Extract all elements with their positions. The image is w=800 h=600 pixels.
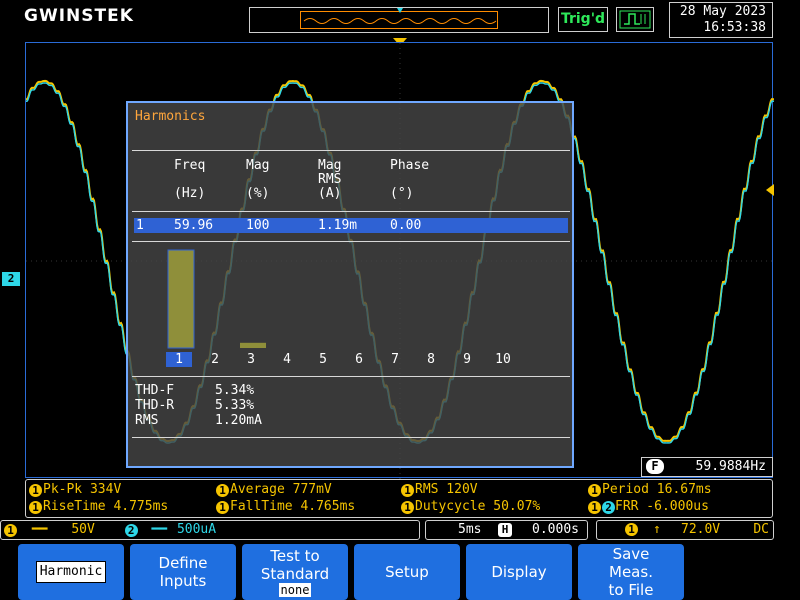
col-freq-header: Freq (Hz): [174, 158, 206, 201]
test-standard-value: none: [278, 583, 312, 597]
harmonics-panel: Harmonics Freq (Hz) Mag (%) Mag RMS (A) Ph…: [126, 101, 574, 468]
col-mag-header: Mag (%): [246, 158, 270, 201]
frequency-value: 59.9884Hz: [695, 459, 766, 474]
trigger-mode-icon: [616, 7, 654, 32]
trigger-status: Trig'd: [558, 7, 608, 32]
ch1-badge: 1: [4, 524, 17, 537]
trigger-level: 72.0V: [681, 522, 721, 537]
summary-label: THD-R: [135, 398, 175, 413]
timebase-value: 5ms: [458, 522, 482, 537]
setup-softkey[interactable]: Setup: [354, 544, 460, 600]
trigger-box[interactable]: 1 ↑ 72.0V DC: [596, 520, 774, 540]
meas-falltime: 1 FallTime 4.765ms: [216, 499, 355, 515]
harmonic-bar-chart: [167, 249, 266, 349]
col-phase-header: Phase (°): [390, 158, 430, 201]
ch2-badge: 2: [124, 524, 138, 537]
meas-risetime: 1 RiseTime 4.775ms: [29, 499, 168, 515]
harmonic-softkey[interactable]: Harmonic: [18, 544, 124, 600]
meas-average: 1 Average 777mV: [216, 482, 332, 498]
harmonic-bar-1: [167, 249, 195, 349]
summary-label: THD-F: [135, 383, 175, 398]
ch1-scale: 50V: [71, 522, 95, 537]
summary-label: RMS: [135, 413, 159, 428]
timebase-box[interactable]: 5ms H 0.000s: [425, 520, 588, 540]
ch2-scale: 500uA: [176, 522, 217, 537]
harmonic-order-label[interactable]: 4: [274, 352, 300, 367]
dc-coupling-icon: ━━: [31, 522, 48, 537]
divider: [132, 376, 570, 377]
harmonic-order-label[interactable]: 7: [382, 352, 408, 367]
summary-value: 1.20mA: [215, 413, 262, 428]
panel-title: Harmonics: [135, 109, 206, 124]
summary-value: 5.34%: [215, 383, 255, 398]
channel-scale-box[interactable]: 1 ━━ 50V 2 ━━ 500uA: [0, 520, 420, 540]
date: 28 May 2023: [679, 4, 766, 19]
harmonic-order-label[interactable]: 3: [238, 352, 264, 367]
harmonic-order-label[interactable]: 2: [202, 352, 228, 367]
test-to-standard-softkey[interactable]: Test to Standard none: [242, 544, 348, 600]
divider: [132, 211, 570, 212]
harmonic-order-label[interactable]: 8: [418, 352, 444, 367]
meas-dutycycle: 1 Dutycycle 50.07%: [401, 499, 540, 515]
ch2-ground-marker[interactable]: 2: [2, 272, 20, 286]
date-time: 28 May 2023 16:53:38: [669, 2, 773, 38]
harmonic-bar-3: [240, 342, 266, 348]
horizontal-position-icon: H: [498, 523, 512, 537]
harmonic-row-selected[interactable]: 1 59.96 100 1.19m 0.00: [134, 218, 568, 233]
meas-rms: 1 RMS 120V: [401, 482, 478, 498]
col-magrms-header: Mag RMS (A): [318, 158, 342, 201]
brand-logo: GWINSTEK: [24, 6, 134, 26]
meas-frr: 1 2 FRR -6.000us: [588, 499, 709, 515]
divider: [132, 241, 570, 242]
divider: [132, 150, 570, 151]
dc-coupling-icon: ━━: [151, 522, 168, 537]
measurement-bar[interactable]: 1 Pk-Pk 334V 1 Average 777mV 1 RMS 120V 1 Pe…: [25, 479, 773, 518]
trigger-coupling: DC: [753, 522, 769, 537]
save-meas-to-file-softkey[interactable]: Save Meas. to File: [578, 544, 684, 600]
trigger-source-badge: 1: [625, 523, 638, 536]
harmonic-order-label[interactable]: 1: [166, 352, 192, 367]
horizontal-position: 0.000s: [532, 522, 579, 537]
frequency-readout: F 59.9884Hz: [641, 457, 773, 477]
time: 16:53:38: [703, 20, 766, 35]
summary-value: 5.33%: [215, 398, 255, 413]
harmonic-order-label[interactable]: 6: [346, 352, 372, 367]
harmonic-order-label[interactable]: 9: [454, 352, 480, 367]
divider: [132, 437, 570, 438]
meas-period: 1 Period 16.67ms: [588, 482, 712, 498]
harmonic-order-label[interactable]: 10: [490, 352, 516, 367]
meas-pkpk: 1 Pk-Pk 334V: [29, 482, 121, 498]
frequency-badge: F: [646, 459, 664, 474]
display-softkey[interactable]: Display: [466, 544, 572, 600]
overview-waveform: [303, 8, 497, 24]
rising-edge-icon: ↑: [653, 522, 661, 537]
harmonic-order-label[interactable]: 5: [310, 352, 336, 367]
define-inputs-softkey[interactable]: Define Inputs: [130, 544, 236, 600]
trigger-level-marker[interactable]: [766, 184, 774, 196]
memory-overview-bar: [249, 7, 549, 33]
